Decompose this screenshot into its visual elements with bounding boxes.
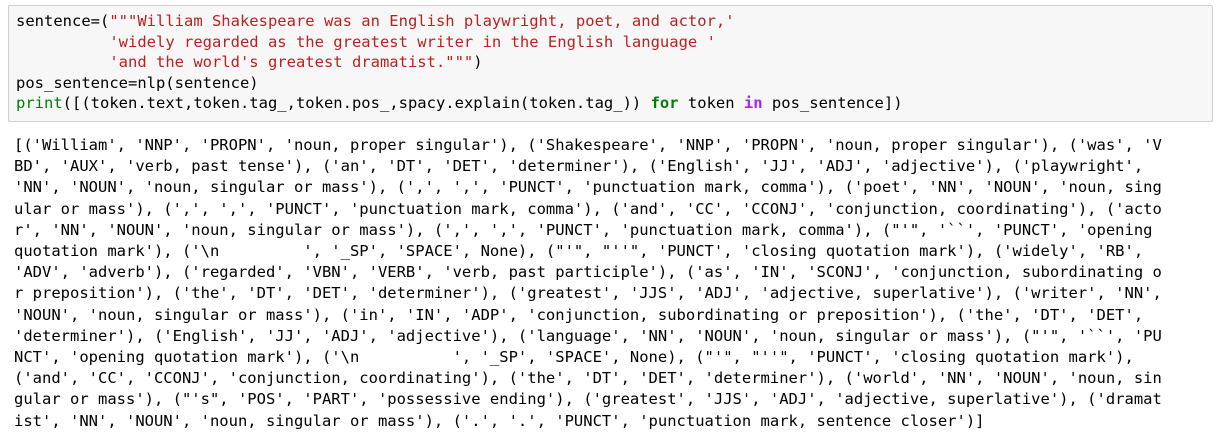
- output-line: 'NN', 'NOUN', 'noun, singular or mass'),…: [14, 178, 1162, 197]
- output-line: ('and', 'CC', 'CCONJ', 'conjunction, coo…: [14, 369, 1162, 388]
- builtin-print: print: [16, 94, 63, 112]
- code-line-2: 'widely regarded as the greatest writer …: [16, 32, 1212, 53]
- cell-output: [('William', 'NNP', 'PROPN', 'noun, prop…: [14, 135, 1214, 432]
- code-line-3: 'and the world's greatest dramatist."""): [16, 52, 1212, 73]
- output-line: ist', 'NN', 'NOUN', 'noun, singular or m…: [14, 411, 985, 430]
- code-text: pos_sentence]): [762, 94, 903, 112]
- code-input-cell[interactable]: sentence=("""William Shakespeare was an …: [8, 5, 1213, 122]
- output-line: 'NOUN', 'noun, singular or mass'), ('in'…: [14, 305, 1144, 324]
- output-line: quotation mark'), ('\n ', '_SP', 'SPACE'…: [14, 242, 1144, 261]
- output-line: [('William', 'NNP', 'PROPN', 'noun, prop…: [14, 136, 1162, 154]
- code-line-5: print([(token.text,token.tag_,token.pos_…: [16, 93, 1212, 114]
- output-line: gular or mass'), ("'s", 'POS', 'PART', '…: [14, 390, 1162, 409]
- output-line: 'ADV', 'adverb'), ('regarded', 'VBN', 'V…: [14, 263, 1162, 282]
- code-line-1: sentence=("""William Shakespeare was an …: [16, 11, 1212, 32]
- output-line: NCT', 'opening quotation mark'), ('\n ',…: [14, 348, 1134, 367]
- keyword-for: for: [650, 94, 679, 112]
- output-line: BD', 'AUX', 'verb, past tense'), ('an', …: [14, 157, 1144, 176]
- string-literal: """William Shakespeare was an English pl…: [109, 12, 735, 30]
- code-text: ): [473, 53, 483, 71]
- code-text: sentence=(: [16, 12, 110, 30]
- code-line-4: pos_sentence=nlp(sentence): [16, 73, 259, 92]
- output-line: 'determiner'), ('English', 'JJ', 'ADJ', …: [14, 326, 1162, 345]
- notebook-page: sentence=("""William Shakespeare was an …: [0, 0, 1218, 447]
- output-line: r preposition'), ('the', 'DT', 'DET', 'd…: [14, 284, 1162, 303]
- keyword-in: in: [743, 94, 763, 112]
- code-text: ([(token.text,token.tag_,token.pos_,spac…: [62, 94, 651, 112]
- string-literal: 'widely regarded as the greatest writer …: [109, 32, 716, 51]
- code-text: token: [678, 94, 744, 112]
- code-editor[interactable]: sentence=("""William Shakespeare was an …: [16, 11, 1212, 114]
- string-literal: 'and the world's greatest dramatist.""": [109, 53, 474, 71]
- output-line: ular or mass'), (',', ',', 'PUNCT', 'pun…: [14, 199, 1162, 218]
- output-line: r', 'NN', 'NOUN', 'noun, singular or mas…: [14, 220, 1153, 239]
